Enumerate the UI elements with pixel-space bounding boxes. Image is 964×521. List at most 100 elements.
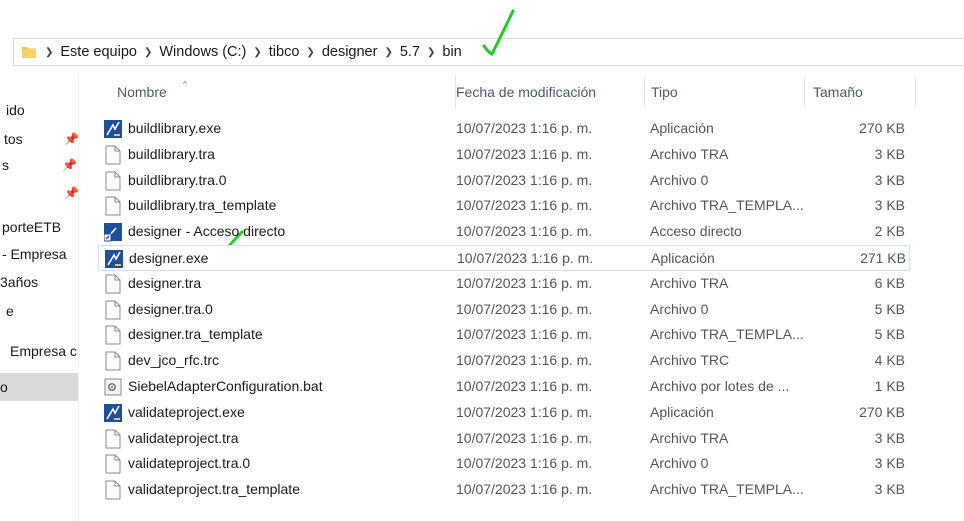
chevron-right-icon[interactable]: ❯ [141, 47, 155, 58]
file-name: buildlibrary.tra [128, 145, 215, 162]
nav-item[interactable]: 📌 [4, 181, 79, 205]
file-row[interactable]: validateproject.tra_template 10/07/2023 1… [98, 477, 910, 503]
file-name: designer.exe [129, 249, 209, 266]
file-row[interactable]: designer - Acceso directo 10/07/2023 1:16… [98, 219, 910, 245]
breadcrumb-item[interactable]: 5.7 [396, 44, 424, 60]
file-type: Archivo 0 [650, 171, 709, 188]
file-size: 4 KB [874, 352, 905, 369]
breadcrumb-item[interactable]: tibco [265, 44, 304, 60]
file-name: buildlibrary.exe [128, 120, 222, 136]
nav-item[interactable]: e [6, 299, 78, 323]
file-name: dev_jco_rfc.trc [128, 352, 220, 369]
file-size: 6 KB [874, 274, 905, 291]
file-row[interactable]: buildlibrary.tra 10/07/2023 1:16 p. m. Arc… [98, 142, 910, 168]
file-type: Aplicación [650, 120, 714, 136]
file-size: 3 KB [874, 145, 905, 162]
file-row[interactable]: designer.tra_template 10/07/2023 1:16 p. … [98, 322, 910, 348]
file-date: 10/07/2023 1:16 p. m. [457, 249, 594, 266]
file-name: validateproject.tra.0 [128, 455, 251, 472]
file-size: 1 KB [874, 377, 905, 394]
nav-item-selected[interactable]: o [0, 373, 78, 401]
file-icon [104, 196, 122, 216]
file-row[interactable]: designer.exe 10/07/2023 1:16 p. m. Aplicac… [98, 244, 910, 271]
file-row[interactable]: designer.tra.0 10/07/2023 1:16 p. m. Archi… [98, 297, 910, 323]
column-header-date[interactable]: Fecha de modificación [448, 75, 645, 109]
file-date: 10/07/2023 1:16 p. m. [456, 326, 593, 343]
nav-item[interactable]: ido [6, 98, 78, 122]
file-row[interactable]: buildlibrary.exe 10/07/2023 1:16 p. m. Apl… [98, 116, 910, 142]
file-row[interactable]: SiebelAdapterConfiguration.bat 10/07/2023… [98, 374, 910, 400]
shortcut-icon [103, 222, 122, 242]
file-name: designer.tra_template [128, 326, 263, 343]
file-row[interactable]: buildlibrary.tra.0 10/07/2023 1:16 p. m. A… [98, 168, 910, 194]
file-row[interactable]: validateproject.tra.0 10/07/2023 1:16 p. … [98, 451, 910, 477]
column-header-label: Tipo [651, 84, 678, 100]
file-date: 10/07/2023 1:16 p. m. [456, 171, 593, 188]
chevron-right-icon[interactable]: ❯ [303, 47, 317, 58]
file-name: designer.tra.0 [128, 300, 213, 317]
file-type: Archivo TRC [650, 352, 730, 369]
file-size: 3 KB [874, 171, 905, 188]
file-date: 10/07/2023 1:16 p. m. [456, 223, 593, 240]
file-date: 10/07/2023 1:16 p. m. [456, 300, 593, 317]
nav-item[interactable]: porteETB [2, 215, 78, 239]
nav-item-label: e [6, 303, 14, 319]
bat-icon [104, 377, 122, 397]
file-row[interactable]: designer.tra 10/07/2023 1:16 p. m. Archivo… [98, 271, 910, 297]
column-header-label: Nombre [117, 84, 167, 100]
file-row[interactable]: dev_jco_rfc.trc 10/07/2023 1:16 p. m. Arch… [98, 348, 910, 374]
column-header-size[interactable]: Tamaño [805, 75, 916, 109]
chevron-right-icon[interactable]: ❯ [381, 47, 395, 58]
file-size: 3 KB [874, 429, 905, 446]
nav-item[interactable]: tos 📌 [4, 127, 78, 151]
file-type: Archivo 0 [650, 455, 709, 472]
file-date: 10/07/2023 1:16 p. m. [456, 274, 593, 291]
file-date: 10/07/2023 1:16 p. m. [456, 377, 593, 394]
column-header-label: Tamaño [813, 84, 863, 100]
chevron-right-icon[interactable]: ❯ [250, 47, 264, 58]
exe-icon [105, 249, 123, 269]
column-header-name[interactable]: Nombre [107, 75, 456, 109]
chevron-right-icon[interactable]: ❯ [424, 47, 438, 58]
breadcrumb-item[interactable]: designer [318, 44, 382, 60]
nav-item[interactable]: 3años [0, 270, 78, 294]
file-type: Archivo TRA_TEMPLA... [650, 481, 804, 498]
nav-item[interactable]: s 📌 [2, 153, 78, 177]
file-icon [104, 145, 122, 165]
file-date: 10/07/2023 1:16 p. m. [456, 403, 593, 420]
breadcrumb-item[interactable]: bin [438, 44, 465, 60]
chevron-right-icon: ❯ [45, 46, 54, 58]
file-date: 10/07/2023 1:16 p. m. [456, 197, 593, 214]
nav-item[interactable]: - Empresa [2, 242, 78, 266]
file-type: Archivo TRA [650, 145, 729, 162]
file-type: Archivo por lotes de ... [650, 377, 790, 394]
file-icon [104, 171, 122, 191]
file-row[interactable]: validateproject.tra 10/07/2023 1:16 p. m.… [98, 426, 910, 452]
pin-icon: 📌 [64, 186, 79, 200]
file-date: 10/07/2023 1:16 p. m. [456, 481, 593, 498]
file-size: 3 KB [874, 197, 905, 214]
file-list: buildlibrary.exe 10/07/2023 1:16 p. m. Apl… [98, 116, 910, 503]
file-type: Archivo TRA [650, 274, 729, 291]
nav-item-label: 3años [0, 274, 39, 290]
address-bar[interactable]: ❯ Este equipo ❯ Windows (C:) ❯ tibco ❯ d… [13, 38, 964, 66]
file-size: 3 KB [874, 455, 905, 472]
file-icon [104, 274, 122, 294]
exe-icon [104, 119, 122, 139]
file-row[interactable]: buildlibrary.tra_template 10/07/2023 1:16… [98, 193, 910, 219]
file-name: validateproject.tra_template [128, 481, 300, 498]
file-icon [104, 300, 122, 320]
file-type: Aplicación [651, 249, 715, 266]
file-row[interactable]: validateproject.exe 10/07/2023 1:16 p. m.… [98, 400, 910, 426]
file-icon [104, 325, 122, 345]
file-size: 5 KB [874, 300, 905, 317]
column-header-label: Fecha de modificación [456, 84, 597, 100]
file-size: 270 KB [859, 120, 905, 136]
column-header-type[interactable]: Tipo [643, 75, 805, 109]
folder-icon [22, 46, 36, 58]
file-name: designer.tra [128, 274, 202, 291]
nav-item[interactable]: Empresa c [10, 339, 78, 363]
file-name: validateproject.tra [128, 429, 239, 446]
breadcrumb-item[interactable]: Este equipo [56, 44, 141, 60]
breadcrumb-item[interactable]: Windows (C:) [155, 44, 250, 60]
